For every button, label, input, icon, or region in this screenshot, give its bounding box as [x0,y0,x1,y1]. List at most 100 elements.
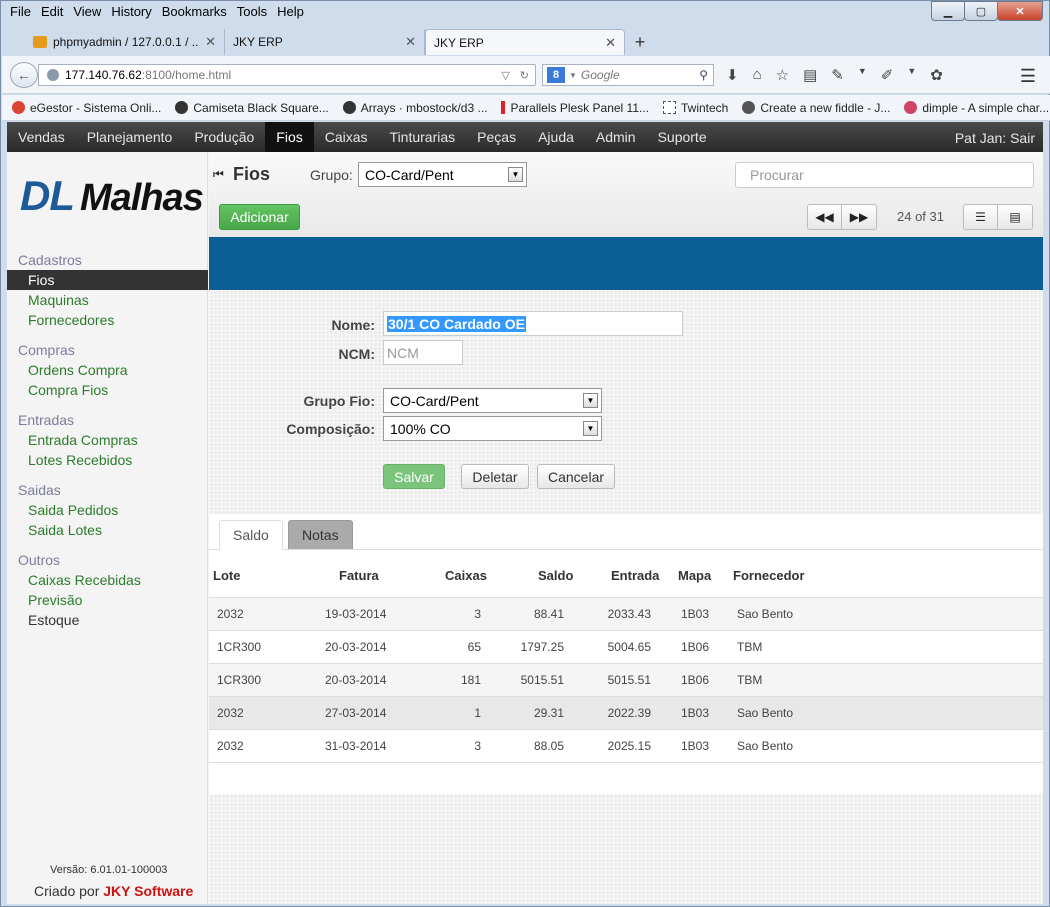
sidebar-item-saida-pedidos[interactable]: Saida Pedidos [7,500,208,520]
chevron-down-icon[interactable]: ▼ [583,421,598,436]
sidebar-item-maquinas[interactable]: Maquinas [7,290,208,310]
reading-list-icon[interactable]: ▤ [803,66,817,84]
menu-help[interactable]: Help [272,3,309,21]
window-controls: ▁ ▢ ✕ [931,1,1043,21]
cancel-button[interactable]: Cancelar [537,464,615,489]
dropdown-arrow-icon[interactable]: ▽ [501,69,509,82]
tab-jky-erp-1[interactable]: JKY ERP ✕ [225,29,425,55]
chevron-down-icon[interactable]: ▼ [583,393,598,408]
chevron-down-icon[interactable]: ▼ [508,167,523,182]
nav-planejamento[interactable]: Planejamento [76,122,184,152]
grupo-select[interactable]: CO-Card/Pent ▼ [358,162,527,187]
nav-suporte[interactable]: Suporte [647,122,718,152]
sidebar-item-fios[interactable]: Fios [7,270,208,290]
nav-ajuda[interactable]: Ajuda [527,122,585,152]
nav-pecas[interactable]: Peças [466,122,527,152]
nav-fios[interactable]: Fios [265,122,314,152]
sidebar-item-caixas-recebidas[interactable]: Caixas Recebidas [7,570,208,590]
dropdown-arrow-icon[interactable]: ▼ [907,66,916,84]
addon-icon[interactable]: ✎ [831,66,844,84]
composicao-select[interactable]: 100% CO ▼ [383,416,602,441]
nav-tinturarias[interactable]: Tinturarias [379,122,467,152]
bookmark-dimple[interactable]: dimple - A simple char... [904,101,1049,115]
first-record-icon[interactable]: ⏮ [213,167,224,182]
close-tab-icon[interactable]: ✕ [405,34,416,50]
menu-view[interactable]: View [68,3,106,21]
close-tab-icon[interactable]: ✕ [605,35,616,51]
table-row[interactable]: 2032 31-03-2014 3 88.05 2025.15 1B03 Sao… [209,729,1043,763]
bookmark-plesk[interactable]: Parallels Plesk Panel 11... [501,101,649,115]
nav-vendas[interactable]: Vendas [7,122,76,152]
grupo-fio-select[interactable]: CO-Card/Pent ▼ [383,388,602,413]
magnifier-icon[interactable]: ⚲ [699,68,708,82]
sidebar-item-previsao[interactable]: Previsão [7,590,208,610]
tab-notas[interactable]: Notas [288,520,353,550]
sidebar-item-entrada-compras[interactable]: Entrada Compras [7,430,208,450]
table-row[interactable]: 1CR300 20-03-2014 65 1797.25 5004.65 1B0… [209,630,1043,663]
minimize-button[interactable]: ▁ [931,1,965,21]
sidebar-item-lotes-recebidos[interactable]: Lotes Recebidos [7,450,208,470]
google-icon[interactable]: 8 [547,67,565,83]
url-bar[interactable]: 177.140.76.62 :8100/home.html ▽ ↻ [38,64,536,86]
menu-bookmarks[interactable]: Bookmarks [157,3,232,21]
sidebar-item-compra-fios[interactable]: Compra Fios [7,380,208,400]
tab-phpmyadmin[interactable]: phpmyadmin / 127.0.0.1 / ... ✕ [25,29,225,55]
hamburger-menu-icon[interactable]: ☰ [1020,66,1036,87]
menu-history[interactable]: History [106,3,156,21]
previous-record-icon[interactable]: ◀◀ [808,205,842,229]
home-icon[interactable]: ⌂ [753,66,762,84]
new-tab-icon[interactable]: + [625,29,655,55]
tab-jky-erp-2[interactable]: JKY ERP ✕ [425,29,625,55]
reload-icon[interactable]: ↻ [520,69,529,82]
bookmark-star-icon[interactable]: ☆ [776,66,789,84]
sidebar-item-fornecedores[interactable]: Fornecedores [7,310,208,330]
add-button[interactable]: Adicionar [219,204,300,230]
bookmark-camiseta[interactable]: Camiseta Black Square... [175,101,329,115]
search-input[interactable]: Procurar [735,162,1034,188]
plesk-icon [501,101,506,114]
sidebar-item-saida-lotes[interactable]: Saida Lotes [7,520,208,540]
nome-input[interactable]: 30/1 CO Cardado OE [383,311,683,336]
close-tab-icon[interactable]: ✕ [205,34,216,50]
back-arrow-icon[interactable]: ← [10,62,38,88]
nav-producao[interactable]: Produção [183,122,265,152]
search-bar[interactable]: 8 ▼ Google ⚲ [542,64,714,86]
download-icon[interactable]: ⬇ [726,66,739,84]
list-view-icon[interactable]: ☰ [964,205,998,229]
next-record-icon[interactable]: ▶▶ [842,205,876,229]
dropdown-arrow-icon[interactable]: ▼ [858,66,867,84]
form-view-icon[interactable]: ▤ [998,205,1032,229]
close-window-button[interactable]: ✕ [997,1,1043,21]
table-row[interactable]: 1CR300 20-03-2014 181 5015.51 5015.51 1B… [209,663,1043,696]
dimple-icon [904,101,918,114]
menu-file[interactable]: File [5,3,36,21]
sidebar-item-ordens-compra[interactable]: Ordens Compra [7,360,208,380]
egestor-icon [12,101,25,114]
navigation-toolbar: ← 177.140.76.62 :8100/home.html ▽ ↻ 8 ▼ G… [2,56,1050,94]
eyedropper-icon[interactable]: ✐ [881,66,894,84]
menu-edit[interactable]: Edit [36,3,68,21]
globe-icon [47,69,59,81]
nav-caixas[interactable]: Caixas [314,122,379,152]
search-engine-dropdown-icon[interactable]: ▼ [569,71,577,80]
table-row[interactable]: 2032 27-03-2014 1 29.31 2022.39 1B03 Sao… [209,696,1043,729]
bookmark-arrays[interactable]: Arrays · mbostock/d3 ... [342,101,487,115]
sidebar-item-estoque[interactable]: Estoque [7,610,208,630]
ncm-input[interactable]: NCM [383,340,463,365]
bookmark-egestor[interactable]: eGestor - Sistema Onli... [12,101,161,115]
save-button[interactable]: Salvar [383,464,445,489]
bookmark-twintech[interactable]: Twintech [663,101,728,115]
logout-link[interactable]: Sair [1010,130,1035,146]
ncm-label: NCM: [338,346,375,362]
menu-tools[interactable]: Tools [232,3,272,21]
extension-icon[interactable]: ✿ [930,66,943,84]
detail-section: Saldo Notas Lote Fatura Caixas Saldo Ent… [209,514,1043,794]
delete-button[interactable]: Deletar [461,464,529,489]
cell-mapa: 1B06 [681,673,710,687]
nav-admin[interactable]: Admin [585,122,647,152]
tab-saldo[interactable]: Saldo [219,520,283,550]
credit-link[interactable]: JKY Software [103,883,193,899]
table-row[interactable]: 2032 19-03-2014 3 88.41 2033.43 1B03 Sao… [209,597,1043,630]
bookmark-fiddle[interactable]: Create a new fiddle - J... [742,101,890,115]
maximize-button[interactable]: ▢ [964,1,998,21]
